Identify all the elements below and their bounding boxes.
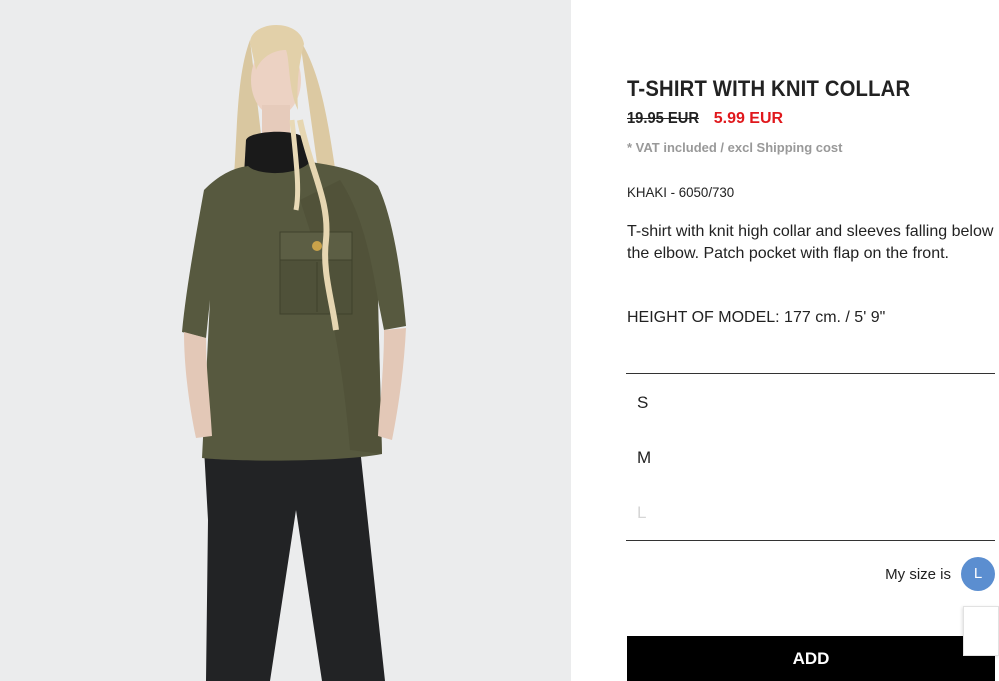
model-height: HEIGHT OF MODEL: 177 cm. / 5' 9" xyxy=(627,309,886,326)
my-size-label: My size is xyxy=(885,566,951,583)
add-to-cart-button[interactable]: ADD xyxy=(627,636,995,681)
size-selector: S M L xyxy=(626,373,995,541)
vat-note: * VAT included / excl Shipping cost xyxy=(627,140,843,155)
my-size-badge[interactable]: L xyxy=(961,557,995,591)
model-wearing-tshirt-illustration xyxy=(182,25,406,681)
sale-price: 5.99 EUR xyxy=(713,110,784,127)
color-reference: KHAKI - 6050/730 xyxy=(627,184,735,200)
product-info-panel: T-SHIRT WITH KNIT COLLAR 19.95 EUR 5.99 … xyxy=(571,0,999,681)
product-image[interactable] xyxy=(0,0,571,681)
product-title: T-SHIRT WITH KNIT COLLAR xyxy=(627,76,911,101)
size-option-l: L xyxy=(637,503,647,522)
price-block: 19.95 EUR 5.99 EUR xyxy=(627,110,783,128)
size-option-s[interactable]: S xyxy=(637,393,648,413)
floating-side-tab[interactable] xyxy=(963,606,999,656)
size-option-m[interactable]: M xyxy=(637,448,651,468)
original-price: 19.95 EUR xyxy=(627,110,700,127)
product-description: T-shirt with knit high collar and sleeve… xyxy=(627,223,994,262)
